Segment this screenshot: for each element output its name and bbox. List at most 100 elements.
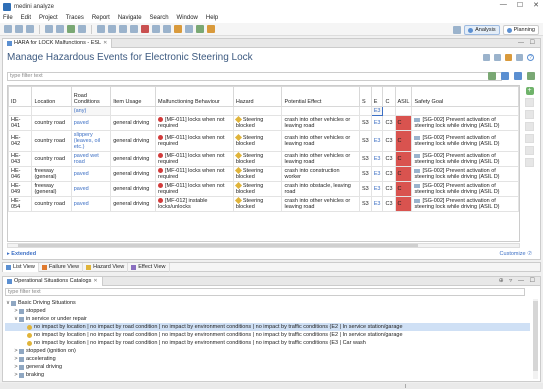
cell-id[interactable]: HE-054 (8, 196, 33, 212)
tree-item[interactable]: > stopped (5, 307, 530, 315)
copy-icon[interactable] (119, 25, 127, 33)
cell-s[interactable]: S3 (359, 115, 372, 131)
menu-search[interactable]: Search (150, 15, 169, 21)
cell-id[interactable]: HE-049 (8, 181, 33, 197)
new-icon[interactable] (4, 25, 12, 33)
row-action-button[interactable] (525, 158, 534, 167)
tab-failure-view[interactable]: Failure View (39, 262, 84, 272)
report-icon[interactable] (185, 25, 193, 33)
menu-edit[interactable]: Edit (21, 15, 31, 21)
column-header-hazard[interactable]: Hazard (232, 86, 283, 107)
link-icon[interactable] (514, 72, 522, 80)
menu-window[interactable]: Window (177, 15, 198, 21)
cell-malfunction[interactable]: [MF-011] locks when not required (155, 151, 234, 167)
cell-location[interactable]: country road (31, 151, 72, 167)
editor-view-controls[interactable]: — ☐ (518, 39, 537, 46)
cell-e[interactable]: E3 (370, 115, 384, 131)
help-icon[interactable]: ? (527, 54, 534, 61)
column-header-effect[interactable]: Potential Effect (281, 86, 360, 107)
layout-icon[interactable] (483, 54, 490, 61)
cell-item-usage[interactable]: general driving (110, 196, 156, 212)
collapse-icon[interactable] (501, 72, 509, 80)
cell-malfunction[interactable]: [MF-011] locks when not required (155, 166, 234, 182)
tab-list-view[interactable]: List View (3, 262, 39, 272)
table-row[interactable]: HE-049 freeway (general) paved general driv… (8, 181, 519, 197)
cell-safety-goal[interactable]: [SG-002] Prevent activation of steering … (411, 130, 519, 152)
tree-item[interactable]: ∨ in service or under repair (5, 315, 530, 323)
warning-icon[interactable] (174, 25, 182, 33)
cell-safety-goal[interactable]: [SG-002] Prevent activation of steering … (411, 115, 519, 131)
cell-effect[interactable]: crash into other vehicles or leaving roa… (281, 130, 360, 152)
table-row[interactable]: HE-054 country road paved general driving [M… (8, 196, 519, 212)
cell-e[interactable]: E3 (370, 166, 384, 182)
extended-section-toggle[interactable]: ▸ Extended (7, 251, 36, 257)
close-button[interactable]: ✕ (533, 1, 539, 9)
tree-item[interactable]: > general driving (5, 363, 530, 371)
cell-hazard[interactable]: Steering blocked (232, 130, 283, 152)
expand-icon[interactable] (488, 72, 496, 80)
undo-icon[interactable] (97, 25, 105, 33)
cell-c[interactable]: C3 (382, 181, 396, 197)
cell-effect[interactable]: crash into other vehicles or leaving roa… (281, 151, 360, 167)
tree-item[interactable]: > braking (5, 371, 530, 379)
print-icon[interactable] (516, 54, 523, 61)
cell-road-conditions[interactable]: paved (70, 181, 112, 197)
cell-item-usage[interactable]: general driving (110, 181, 156, 197)
cell-id[interactable]: HE-041 (8, 115, 33, 131)
e-filter[interactable]: E3 (370, 106, 384, 116)
redo-icon[interactable] (108, 25, 116, 33)
cell-c[interactable]: C3 (382, 166, 396, 182)
customize-link[interactable]: Customize ⑦ (500, 251, 532, 257)
export-icon[interactable] (56, 25, 64, 33)
cell-location[interactable]: freeway (general) (31, 166, 72, 182)
tab-operational-situations[interactable]: Operational Situations Catalogs ✕ (3, 276, 103, 286)
cell-asil[interactable]: C (394, 115, 413, 131)
editor-tab-hara[interactable]: HARA for LOCK Malfunctions - ESL ✕ (3, 38, 113, 48)
cell-asil[interactable]: C (394, 196, 413, 212)
cell-road-conditions[interactable]: paved (70, 166, 112, 182)
cell-s[interactable]: S3 (359, 151, 372, 167)
menu-icon[interactable] (494, 54, 501, 61)
column-header-c[interactable]: C (382, 86, 396, 107)
cell-c[interactable]: C3 (382, 196, 396, 212)
ops-view-controls[interactable]: ⊕ ▿ — ☐ (499, 277, 537, 284)
menu-help[interactable]: Help (206, 15, 218, 21)
menu-navigate[interactable]: Navigate (118, 15, 142, 21)
table-row[interactable]: HE-046 freeway (general) paved general driv… (8, 166, 519, 182)
cell-s[interactable]: S3 (359, 196, 372, 212)
column-header-safety-goal[interactable]: Safety Goal (411, 86, 519, 107)
column-header-s[interactable]: S (359, 86, 372, 107)
close-tab-icon[interactable]: ✕ (103, 40, 107, 46)
save-all-icon[interactable] (26, 25, 34, 33)
cell-hazard[interactable]: Steering blocked (232, 181, 283, 197)
cell-e[interactable]: E3 (370, 196, 384, 212)
cell-asil[interactable]: C (394, 151, 413, 167)
cell-safety-goal[interactable]: [SG-002] Prevent activation of steering … (411, 196, 519, 212)
add-icon[interactable] (67, 25, 75, 33)
perspective-planning-button[interactable]: Planning (502, 25, 539, 35)
cell-location[interactable]: country road (31, 115, 72, 131)
cell-road-conditions[interactable]: slippery (leaves, oil etc.) (70, 130, 112, 152)
table-hscrollbar[interactable] (7, 243, 520, 248)
cell-s[interactable]: S3 (359, 166, 372, 182)
cell-asil[interactable]: C (394, 181, 413, 197)
cell-malfunction[interactable]: [MF-011] locks when not required (155, 181, 234, 197)
column-header-id[interactable]: ID (8, 86, 33, 107)
tree-item[interactable]: no impact by location | no impact by roa… (5, 323, 530, 331)
cell-hazard[interactable]: Steering blocked (232, 115, 283, 131)
dropdown-menu-icon[interactable] (207, 25, 215, 33)
perspective-analysis-button[interactable]: Analysis (464, 25, 500, 35)
tree-item[interactable]: ∨ Basic Driving Situations (5, 299, 530, 307)
paste-icon[interactable] (130, 25, 138, 33)
ops-vscrollbar[interactable] (533, 299, 538, 379)
row-action-button[interactable] (525, 98, 534, 107)
import-icon[interactable] (45, 25, 53, 33)
menu-file[interactable]: File (3, 15, 13, 21)
delete-icon[interactable] (141, 25, 149, 33)
open-perspective-icon[interactable] (453, 26, 462, 34)
cell-hazard[interactable]: Steering blocked (232, 151, 283, 167)
add-row-icon[interactable]: + (525, 87, 534, 95)
column-header-location[interactable]: Location (31, 86, 72, 107)
tree-item[interactable]: > accelerating (5, 355, 530, 363)
edit-icon[interactable] (78, 25, 86, 33)
